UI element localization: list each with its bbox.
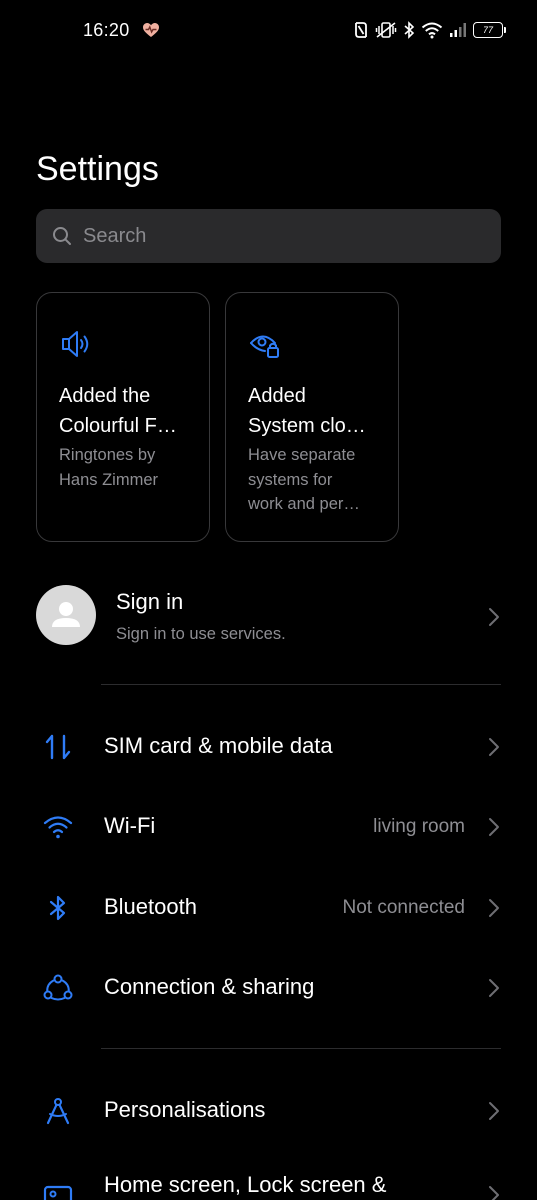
heart-rate-icon [143, 23, 159, 37]
settings-item-bluetooth[interactable]: Bluetooth Not connected [0, 873, 537, 943]
battery-level: 77 [482, 24, 493, 35]
settings-item-label: Wi-Fi [104, 813, 156, 838]
vibrate-icon [375, 22, 397, 38]
search-icon [53, 227, 71, 245]
card-title-line: System clo… [248, 415, 366, 437]
card-title-line: Added [248, 385, 306, 407]
sign-in-subtitle: Sign in to use services. [116, 625, 286, 643]
card-subtitle: Have separate systems for work and per… [248, 443, 388, 517]
status-bar: 16:20 77 [0, 0, 537, 62]
chevron-right-icon [489, 608, 499, 626]
search-input[interactable] [83, 224, 483, 248]
card-title-line: Added the [59, 385, 151, 407]
settings-item-value: living room [373, 816, 465, 837]
chevron-right-icon [489, 1102, 499, 1120]
chevron-right-icon [489, 738, 499, 756]
card-subtitle-line: Have separate [248, 446, 356, 464]
bluetooth-icon [404, 21, 415, 39]
avatar [36, 585, 96, 645]
nfc-icon [355, 22, 367, 38]
signal-icon [450, 23, 466, 37]
settings-item-value: Not connected [342, 897, 465, 918]
chevron-right-icon [489, 1186, 499, 1200]
card-subtitle-line: systems for [248, 470, 333, 489]
settings-screen: 16:20 77 Settings Search Added the Colou… [0, 0, 537, 1200]
settings-item-label: SIM card & mobile data [104, 733, 333, 758]
wifi-icon [43, 816, 73, 839]
divider [101, 1048, 501, 1049]
settings-item-connection-sharing[interactable]: Connection & sharing [0, 953, 537, 1023]
home-screen-icon [43, 1185, 73, 1200]
page-title: Settings [36, 150, 159, 188]
status-icons: 77 [353, 19, 506, 41]
sign-in-title: Sign in [116, 589, 184, 614]
settings-item-personalisations[interactable]: Personalisations [0, 1076, 537, 1146]
suggestion-card-ringtones[interactable]: Added the Colourful F… Ringtones by Hans… [36, 292, 210, 542]
divider [101, 684, 501, 685]
chevron-right-icon [489, 899, 499, 917]
battery-icon: 77 [473, 22, 506, 38]
settings-item-label: Home screen, Lock screen & [104, 1172, 387, 1197]
card-title: Added System clo… [248, 381, 386, 441]
personalisation-icon [46, 1098, 70, 1125]
chevron-right-icon [489, 979, 499, 997]
status-time: 16:20 [83, 20, 130, 40]
settings-item-label: Bluetooth [104, 894, 197, 919]
chevron-right-icon [489, 818, 499, 836]
user-placeholder-icon [52, 602, 80, 627]
settings-item-sim-card[interactable]: SIM card & mobile data [0, 712, 537, 782]
card-subtitle-line: Ringtones by [59, 446, 156, 464]
card-title-line: Colourful F… [59, 415, 177, 437]
eye-lock-icon [250, 335, 279, 358]
sign-in-row[interactable]: Sign in Sign in to use services. [0, 580, 537, 654]
card-subtitle: Ringtones by Hans Zimmer [59, 443, 199, 492]
settings-item-home-screen[interactable]: Home screen, Lock screen & [0, 1150, 537, 1200]
search-bar[interactable] [36, 209, 501, 263]
sim-data-icon [45, 734, 71, 760]
wifi-icon [421, 22, 443, 39]
speaker-icon [62, 331, 89, 357]
settings-item-wifi[interactable]: Wi-Fi living room [0, 792, 537, 862]
card-title: Added the Colourful F… [59, 381, 197, 441]
settings-item-label: Connection & sharing [104, 974, 315, 999]
connection-sharing-icon [43, 974, 73, 1001]
settings-item-label: Personalisations [104, 1097, 266, 1122]
card-subtitle-line: work and per… [248, 495, 360, 513]
suggestion-card-system-clone[interactable]: Added System clo… Have separate systems … [225, 292, 399, 542]
bluetooth-icon [49, 895, 66, 921]
card-subtitle-line: Hans Zimmer [59, 470, 159, 489]
